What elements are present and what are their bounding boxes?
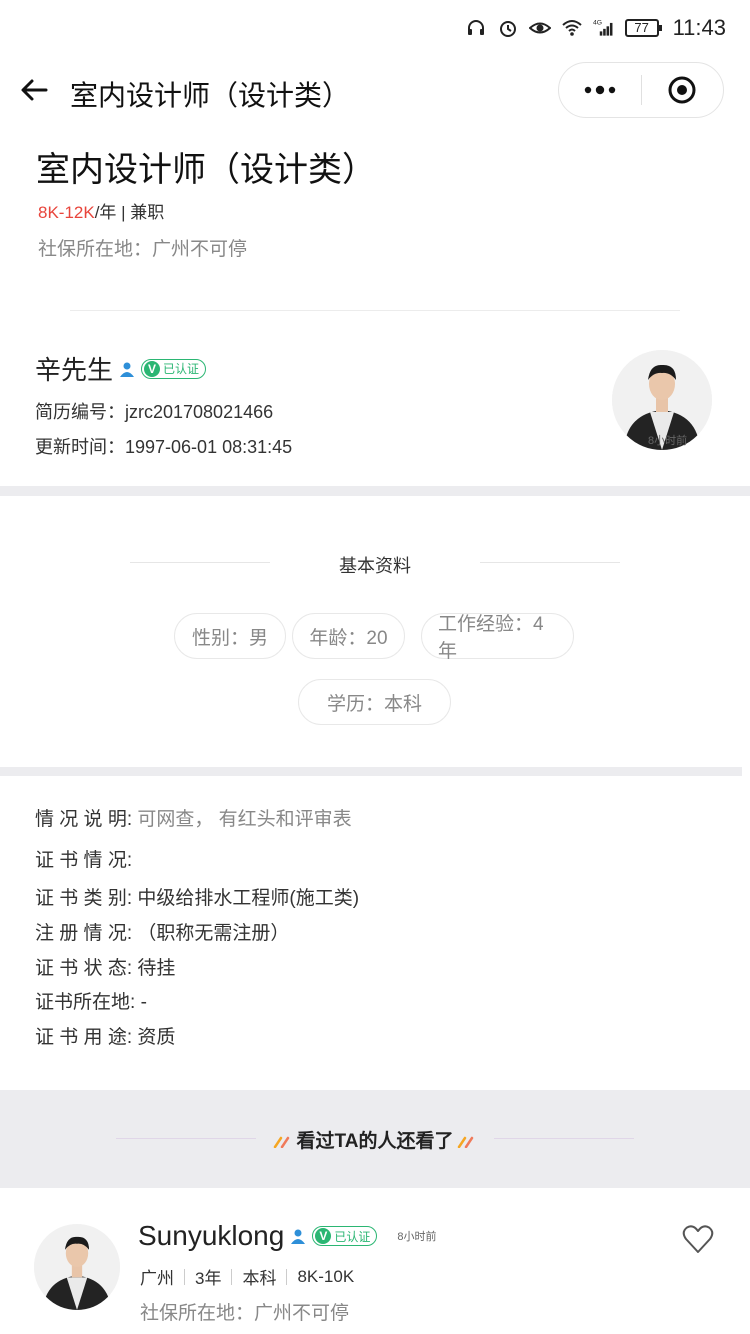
- spark-icon: [273, 1136, 289, 1148]
- network-label: 4G: [593, 20, 602, 27]
- status-bar: 4G 77 11:43: [0, 0, 750, 56]
- card-years: 3年: [195, 1269, 222, 1288]
- cert-use-row: 证 书 用 途: 资质: [35, 1022, 175, 1049]
- user-icon: [291, 1229, 306, 1244]
- cert-type-row: 证 书 类 别: 中级给排水工程师(施工类): [35, 883, 359, 910]
- avatar-time-tag: 8小时前: [648, 435, 688, 447]
- section-divider-band: [0, 486, 750, 496]
- more-dots-icon: [584, 85, 616, 95]
- basic-info-title: 基本资料: [339, 556, 411, 576]
- situation-label: 情 况 说 明:: [35, 809, 133, 830]
- wifi-icon: [561, 20, 582, 36]
- job-salary: 8K-12K: [38, 203, 95, 222]
- spark-icon: [458, 1136, 474, 1148]
- verified-v-icon: V: [315, 1228, 332, 1244]
- update-time: 更新时间：1997-06-01 08:31:45: [35, 437, 293, 457]
- more-button[interactable]: [559, 62, 641, 118]
- nav-title: 室内设计师（设计类）: [70, 80, 351, 111]
- also-viewed-label: 看过TA的人还看了: [296, 1131, 454, 1152]
- card-location: 社保所在地：广州不可停: [140, 1303, 350, 1324]
- gender-pill: 性别：男: [174, 613, 286, 659]
- close-mini-program-button[interactable]: [642, 62, 723, 118]
- verified-label: 已认证: [334, 1229, 371, 1244]
- cert-status-value: 待挂: [137, 958, 176, 979]
- card-city: 广州: [140, 1269, 174, 1288]
- situation-value: 可网查， 有红头和评审表: [137, 809, 352, 830]
- verified-badge: V 已认证: [312, 1226, 378, 1246]
- clock: 11:43: [672, 15, 726, 40]
- job-location: 社保所在地：广州不可停: [38, 239, 248, 260]
- card-name[interactable]: Sunyuklong: [138, 1220, 284, 1252]
- card-salary: 8K-10K: [297, 1266, 355, 1286]
- divider: [480, 562, 620, 563]
- cert-label: 证 书 情 况:: [35, 850, 133, 871]
- resume-number: 简历编号：jzrc201708021466: [35, 402, 274, 422]
- back-arrow-icon[interactable]: [18, 74, 50, 106]
- card-avatar[interactable]: [34, 1224, 120, 1310]
- avatar-portrait-icon: [34, 1224, 120, 1310]
- separator: [231, 1268, 233, 1285]
- heart-icon[interactable]: [682, 1224, 714, 1254]
- job-salary-unit: /年 | 兼职: [94, 203, 165, 222]
- cert-status-row: 证 书 状 态: 待挂: [35, 953, 175, 980]
- age-pill: 年龄：20: [292, 613, 405, 659]
- verified-label: 已认证: [163, 362, 200, 376]
- mini-program-capsule: [558, 62, 724, 118]
- experience-pill: 工作经验：4年: [421, 613, 574, 662]
- nav-bar: 室内设计师（设计类）: [0, 56, 750, 128]
- cert-use-label: 证 书 用 途:: [35, 1027, 133, 1048]
- cert-location-label: 证书所在地:: [35, 992, 136, 1013]
- also-viewed-title: 看过TA的人还看了: [0, 1126, 750, 1153]
- card-education: 本科: [242, 1269, 277, 1288]
- cert-location-value: -: [140, 992, 147, 1013]
- alarm-icon: [499, 21, 516, 37]
- job-meta: 8K-12K/年 | 兼职: [38, 198, 164, 223]
- card-meta: 广州 3年 本科 8K-10K: [140, 1264, 354, 1289]
- divider: [70, 310, 680, 311]
- register-row: 注 册 情 况: （职称无需注册）: [35, 918, 289, 945]
- cert-type-label: 证 书 类 别:: [35, 888, 133, 909]
- signal-icon: 4G: [593, 20, 613, 36]
- eye-icon: [528, 22, 551, 34]
- user-icon: [120, 362, 135, 377]
- card-name-row[interactable]: Sunyuklong V 已认证 8小时前: [138, 1220, 436, 1252]
- separator: [286, 1268, 288, 1285]
- job-title: 室内设计师（设计类）: [36, 151, 376, 189]
- cert-location-row: 证书所在地: -: [35, 987, 147, 1014]
- cert-use-value: 资质: [137, 1027, 176, 1048]
- target-icon: [668, 76, 696, 104]
- card-time: 8小时前: [397, 1231, 437, 1243]
- verified-badge: V 已认证: [141, 358, 207, 379]
- register-label: 注 册 情 况:: [35, 923, 133, 944]
- situation-row: 情 况 说 明: 可网查， 有红头和评审表: [35, 804, 352, 831]
- person-name-row: 辛先生 V 已认证: [35, 350, 207, 387]
- battery-indicator: 77: [624, 19, 662, 37]
- person-name: 辛先生: [35, 355, 114, 385]
- education-pill: 学历：本科: [298, 679, 451, 725]
- separator: [184, 1268, 185, 1285]
- cert-row: 证 书 情 况:: [35, 845, 132, 872]
- section-divider-band: [0, 767, 742, 776]
- headset-icon: [467, 20, 484, 35]
- cert-status-label: 证 书 状 态:: [35, 958, 133, 979]
- cert-type-value: 中级给排水工程师(施工类): [137, 888, 360, 909]
- verified-v-icon: V: [144, 360, 161, 377]
- register-value: （职称无需注册）: [137, 923, 290, 944]
